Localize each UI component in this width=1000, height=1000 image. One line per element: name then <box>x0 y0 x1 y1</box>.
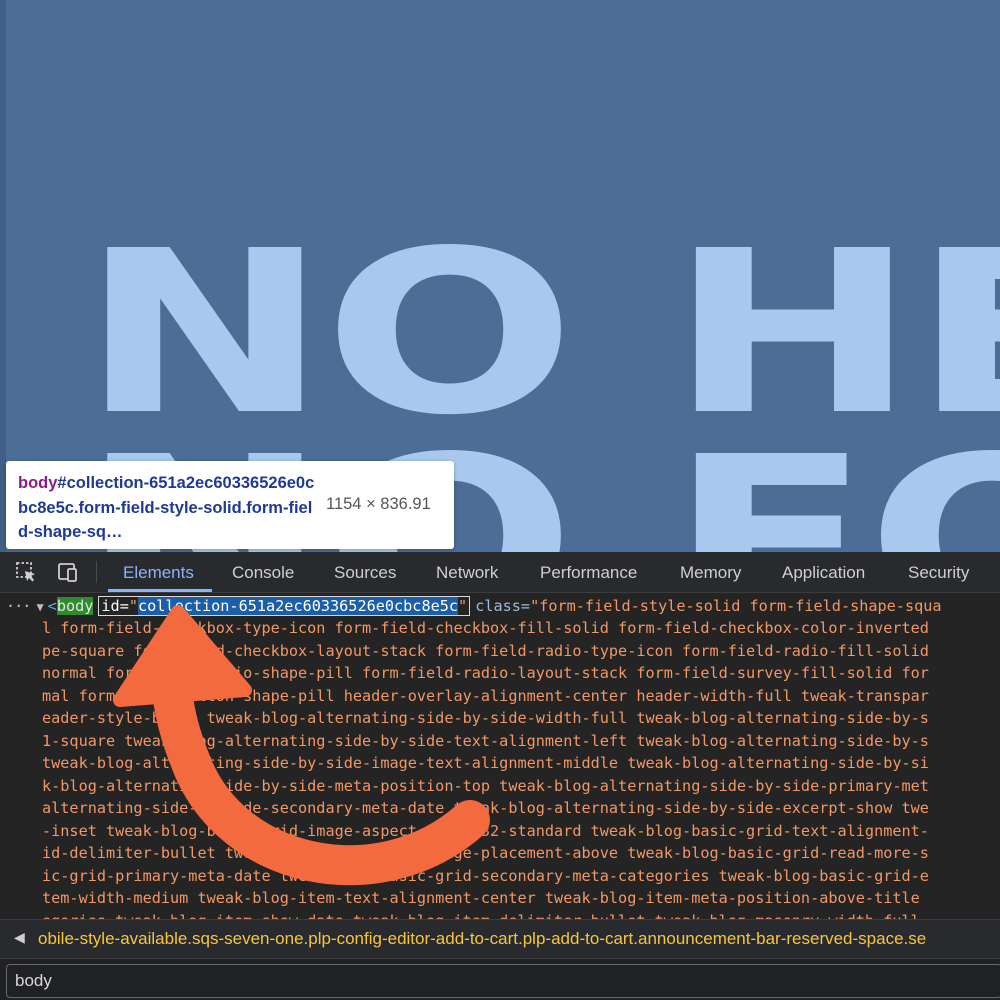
body-tag-name[interactable]: body <box>56 597 94 615</box>
id-attribute-value[interactable]: collection-651a2ec60336526e0cbc8e5c <box>138 597 459 615</box>
breadcrumb-scroll-left-icon[interactable]: ◀ <box>14 929 25 946</box>
tab-performance[interactable]: Performance <box>540 563 637 583</box>
tab-elements[interactable]: Elements <box>123 563 194 583</box>
id-attribute-name: id= <box>101 597 129 615</box>
tab-sources[interactable]: Sources <box>334 563 396 583</box>
inspect-tooltip: body#collection-651a2ec60336526e0cbc8e5c… <box>6 461 454 549</box>
active-tab-indicator <box>108 589 212 592</box>
class-value-line[interactable]: egories tweak-blog-item-show-date tweak-… <box>42 910 920 920</box>
class-value-line[interactable]: l form-field-checkbox-type-icon form-fie… <box>42 617 929 639</box>
id-attribute[interactable]: id="collection-651a2ec60336526e0cbc8e5c" <box>98 596 471 616</box>
device-toolbar-icon[interactable] <box>56 560 80 584</box>
tag-open-bracket: < <box>47 597 57 615</box>
tooltip-selector: body#collection-651a2ec60336526e0cbc8e5c… <box>18 471 318 545</box>
toolbar-separator <box>96 561 97 583</box>
tab-security[interactable]: Security <box>908 563 969 583</box>
class-value-line[interactable]: eader-style-basic tweak-blog-alternating… <box>42 707 929 729</box>
search-input-value: body <box>15 971 52 990</box>
tooltip-selector-rest: #collection-651a2ec60336526e0cbc8e5c.for… <box>18 474 315 541</box>
expand-arrow-icon[interactable]: ▼ <box>36 600 43 614</box>
class-value-line[interactable]: mal form-field-button-shape-pill header-… <box>42 685 929 707</box>
tab-network[interactable]: Network <box>436 563 498 583</box>
node-actions-ellipsis[interactable]: ··· <box>6 597 31 615</box>
tab-memory[interactable]: Memory <box>680 563 741 583</box>
class-attribute-value[interactable]: "form-field-style-solid form-field-shape… <box>530 597 941 615</box>
class-value-line[interactable]: alternating-side-by-side-secondary-meta-… <box>42 797 929 819</box>
tab-application[interactable]: Application <box>782 563 865 583</box>
class-value-line[interactable]: id-delimiter-bullet tweak-blog-basic-gri… <box>42 842 929 864</box>
class-value-line[interactable]: pe-square form-field-checkbox-layout-sta… <box>42 640 929 662</box>
devtools-panel: Elements Console Sources Network Perform… <box>0 552 1000 1000</box>
elements-dom-tree[interactable]: ··· ▼ <body id="collection-651a2ec60336526e… <box>0 593 1000 919</box>
dom-body-node[interactable]: ··· ▼ <body id="collection-651a2ec60336526e… <box>6 595 942 617</box>
tooltip-selector-tag: body <box>18 474 58 492</box>
tab-console[interactable]: Console <box>232 563 294 583</box>
id-quote-close: " <box>458 597 468 615</box>
class-value-line[interactable]: k-blog-alternating-side-by-side-meta-pos… <box>42 775 929 797</box>
devtools-toolbar: Elements Console Sources Network Perform… <box>0 552 1000 593</box>
class-value-line[interactable]: tweak-blog-alternating-side-by-side-imag… <box>42 752 929 774</box>
class-value-line[interactable]: normal form-field-radio-shape-pill form-… <box>42 662 929 684</box>
class-value-line[interactable]: -inset tweak-blog-basic-grid-image-aspec… <box>42 820 929 842</box>
breadcrumb-selector[interactable]: obile-style-available.sqs-seven-one.plp-… <box>38 929 926 949</box>
class-value-line[interactable]: 1-square tweak-blog-alternating-side-by-… <box>42 730 929 752</box>
search-input[interactable]: body <box>6 964 1000 998</box>
class-value-line[interactable]: ic-grid-primary-meta-date tweak-blog-bas… <box>42 865 929 887</box>
tooltip-dimensions: 1154 × 836.91 <box>326 495 431 513</box>
class-attribute-name[interactable]: class= <box>475 597 530 615</box>
class-value-line[interactable]: tem-width-medium tweak-blog-item-text-al… <box>42 887 920 909</box>
id-quote-open: " <box>128 597 138 615</box>
inspect-element-icon[interactable] <box>14 560 38 584</box>
breadcrumb-bar: ◀ obile-style-available.sqs-seven-one.pl… <box>0 919 1000 959</box>
